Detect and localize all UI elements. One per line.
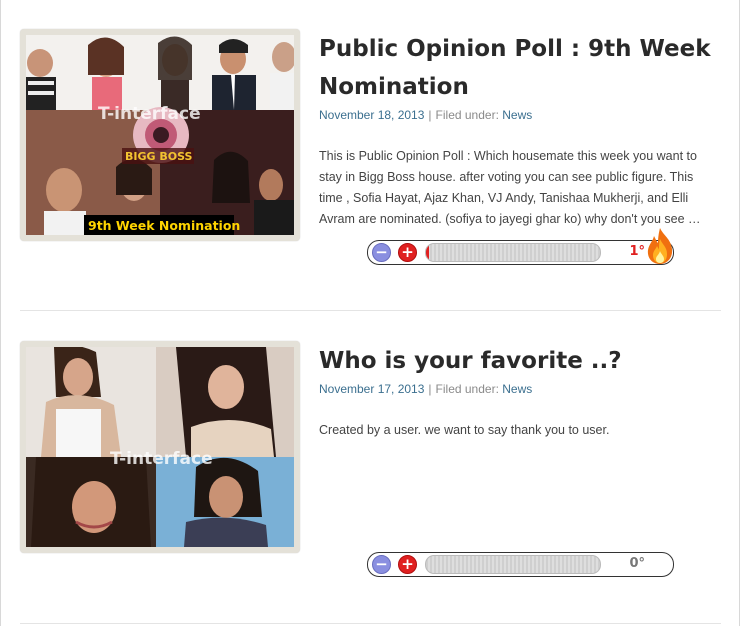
thumbnail-image: T-interface [26,347,294,547]
post-date[interactable]: November 17, 2013 [319,382,424,396]
post-date[interactable]: November 18, 2013 [319,108,424,122]
post-title[interactable]: Public Opinion Poll : 9th Week Nominatio… [319,30,719,106]
meta-separator: | [428,108,432,122]
vote-down-button[interactable]: − [372,555,391,574]
post-title[interactable]: Who is your favorite ..? [319,342,719,380]
rating-widget: − + 1° [367,228,674,265]
thumbnail-watermark: T-interface [98,104,201,124]
meta-separator: | [428,382,432,396]
category-link[interactable]: News [502,108,532,122]
category-link[interactable]: News [502,382,532,396]
rating-widget: − + 0° [367,552,674,577]
thumbnail-banner: 9th Week Nomination [88,218,240,233]
flame-icon [647,228,673,264]
post-excerpt: Created by a user. we want to say thank … [319,423,610,437]
post-meta: November 17, 2013 | Filed under: News [319,382,532,396]
content-border-left [0,0,1,626]
vote-up-button[interactable]: + [398,555,417,574]
rating-meter-fill [426,244,429,261]
rating-degree: 1° [629,244,645,259]
post-thumbnail[interactable]: T-interface [20,341,300,553]
post-meta: November 18, 2013 | Filed under: News [319,108,532,122]
thumbnail-image: BIGG BOSS T-interface 9th Week Nominatio… [26,35,294,235]
rating-degree: 0° [629,556,645,571]
post-excerpt: This is Public Opinion Poll : Which hous… [319,149,701,226]
thumbnail-watermark: T-interface [110,449,213,469]
vote-down-button[interactable]: − [372,243,391,262]
post-thumbnail[interactable]: BIGG BOSS T-interface 9th Week Nominatio… [20,29,300,241]
rating-meter [425,555,601,574]
vote-up-button[interactable]: + [398,243,417,262]
rating-meter [425,243,601,262]
content-border-right [739,0,740,626]
post-divider [20,310,721,311]
thumbnail-logo-text: BIGG BOSS [125,150,193,163]
filed-under-label: Filed under: [435,108,499,122]
filed-under-label: Filed under: [435,382,499,396]
post-divider [20,623,721,624]
